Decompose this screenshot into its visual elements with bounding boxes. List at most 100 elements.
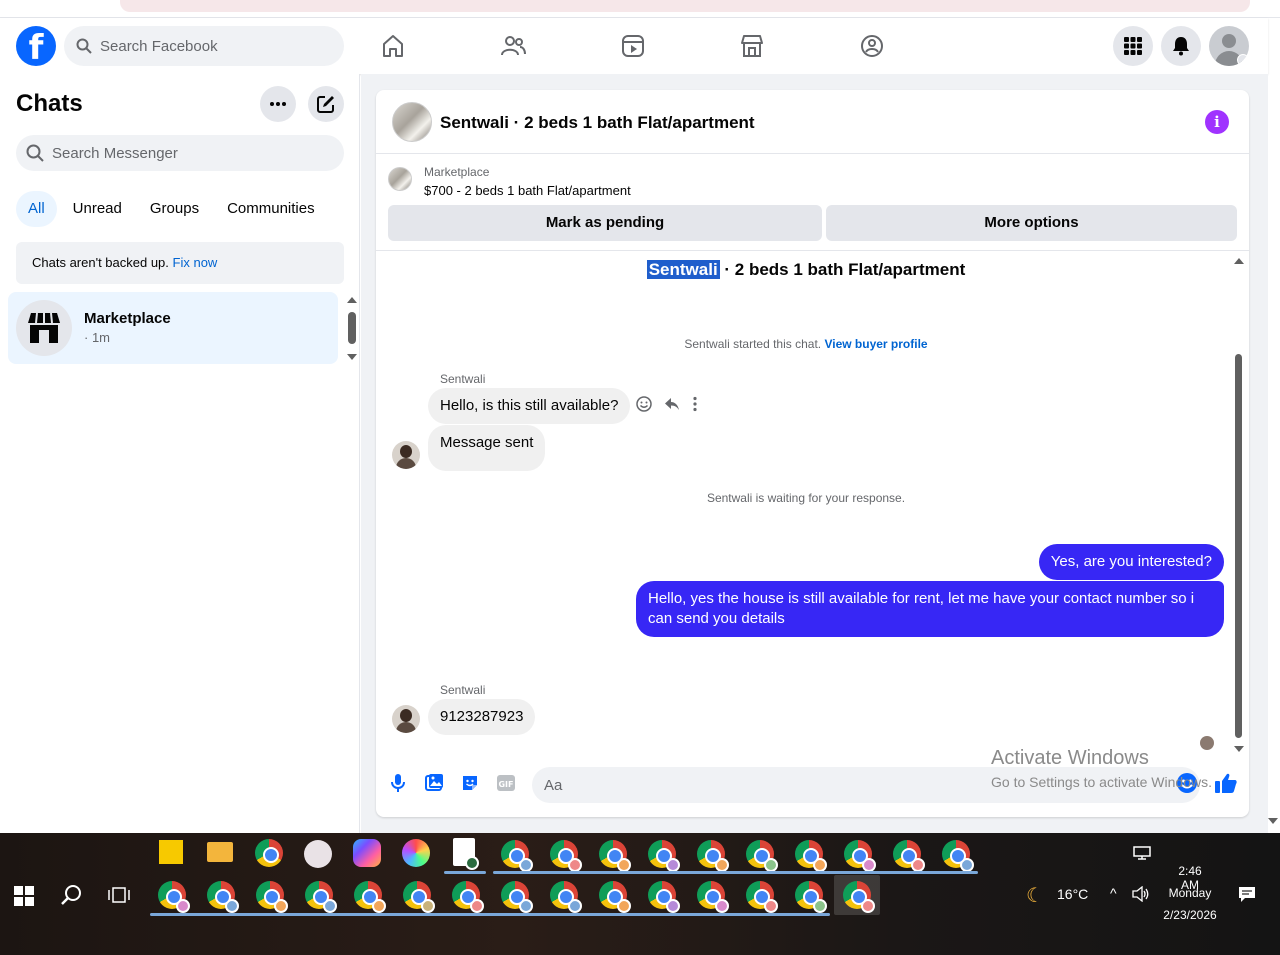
- new-message-icon[interactable]: [308, 86, 344, 122]
- scroll-up-arrow-icon[interactable]: [1234, 258, 1244, 264]
- chrome-profile-icon[interactable]: [746, 881, 778, 913]
- chrome-profile-icon[interactable]: [452, 881, 484, 913]
- chrome-profile-icon[interactable]: [697, 881, 729, 913]
- chrome-profile-icon[interactable]: [501, 881, 533, 913]
- address-bar[interactable]: [120, 0, 1250, 12]
- weather-temperature[interactable]: 16°C: [1057, 886, 1088, 902]
- filter-all[interactable]: All: [16, 191, 57, 227]
- sticky-notes-icon[interactable]: [159, 840, 183, 864]
- incoming-message[interactable]: 9123287923: [428, 699, 536, 735]
- scroll-up-arrow-icon[interactable]: [347, 297, 357, 303]
- chrome-profile-icon-active[interactable]: [843, 881, 875, 913]
- react-emoji-icon[interactable]: [636, 396, 652, 412]
- chrome-profile-icon[interactable]: [354, 881, 386, 913]
- taskbar-search-icon[interactable]: [60, 883, 84, 907]
- messenger-search-input[interactable]: [52, 135, 332, 171]
- friends-icon[interactable]: [493, 28, 533, 64]
- more-options-icon[interactable]: [260, 86, 296, 122]
- chrome-profile-icon[interactable]: [403, 881, 435, 913]
- chrome-profile-icon[interactable]: [550, 881, 582, 913]
- listing-price[interactable]: $700 - 2 beds 1 bath Flat/apartment: [424, 183, 631, 198]
- facebook-logo-icon[interactable]: f: [16, 26, 56, 66]
- photos-app-icon[interactable]: [402, 839, 430, 867]
- chrome-profile-icon[interactable]: [942, 840, 974, 872]
- groups-icon[interactable]: [852, 28, 892, 64]
- scrollbar-thumb[interactable]: [1235, 354, 1242, 738]
- notification-center-icon[interactable]: [1238, 885, 1256, 903]
- clock-date[interactable]: 2/23/2026: [1160, 908, 1220, 922]
- more-vertical-icon[interactable]: [692, 396, 698, 412]
- fix-now-link[interactable]: Fix now: [173, 255, 218, 270]
- chrome-profile-icon[interactable]: [599, 840, 631, 872]
- info-icon[interactable]: i: [1205, 110, 1229, 134]
- scroll-down-arrow-icon[interactable]: [1234, 746, 1244, 752]
- running-indicator: [493, 871, 978, 874]
- home-icon[interactable]: [373, 28, 413, 64]
- scroll-down-arrow-icon[interactable]: [347, 354, 357, 360]
- incoming-message[interactable]: Hello, is this still available?: [428, 388, 631, 424]
- chrome-profile-icon[interactable]: [697, 840, 729, 872]
- snipping-tool-icon[interactable]: [304, 840, 332, 868]
- chevron-down-icon: [1237, 54, 1249, 66]
- sender-avatar[interactable]: [392, 705, 420, 733]
- chrome-profile-icon[interactable]: [648, 840, 680, 872]
- listing-thumbnail[interactable]: [392, 102, 432, 142]
- chrome-profile-icon[interactable]: [795, 840, 827, 872]
- task-view-icon[interactable]: [108, 885, 130, 905]
- facebook-search[interactable]: [64, 26, 344, 66]
- filter-communities[interactable]: Communities: [215, 191, 327, 227]
- sidebar-scrollbar[interactable]: [344, 294, 360, 360]
- reply-icon[interactable]: [664, 396, 680, 412]
- page-scroll-down-arrow-icon[interactable]: [1268, 818, 1278, 824]
- marketplace-icon[interactable]: [732, 28, 772, 64]
- network-icon[interactable]: [1133, 846, 1151, 860]
- profile-avatar[interactable]: [1209, 26, 1249, 66]
- chrome-profile-icon[interactable]: [305, 881, 337, 913]
- outgoing-message[interactable]: Yes, are you interested?: [1038, 544, 1224, 580]
- chrome-profile-icon[interactable]: [207, 881, 239, 913]
- notifications-bell-icon[interactable]: [1161, 26, 1201, 66]
- chrome-profile-icon[interactable]: [893, 840, 925, 872]
- chrome-profile-icon[interactable]: [550, 840, 582, 872]
- chrome-profile-icon[interactable]: [501, 840, 533, 872]
- like-thumb-icon[interactable]: [1212, 769, 1240, 797]
- listing-small-thumbnail[interactable]: [388, 167, 412, 191]
- chrome-profile-icon[interactable]: [599, 881, 631, 913]
- gif-icon[interactable]: GIF: [492, 769, 520, 797]
- outgoing-message[interactable]: Hello, yes the house is still available …: [636, 581, 1224, 637]
- chrome-profile-icon[interactable]: [256, 881, 288, 913]
- moon-weather-icon[interactable]: ☾: [1026, 883, 1044, 908]
- chevron-up-icon[interactable]: ^: [1110, 885, 1117, 901]
- watermark-line1: Activate Windows: [991, 747, 1149, 769]
- incoming-message[interactable]: Message sent: [428, 425, 546, 471]
- chat-list-item[interactable]: Marketplace · 1m: [8, 292, 338, 364]
- windows-start-icon[interactable]: [14, 886, 34, 906]
- clock-day[interactable]: Monday: [1164, 886, 1216, 900]
- sender-avatar[interactable]: [392, 441, 420, 469]
- filter-unread[interactable]: Unread: [61, 191, 134, 227]
- mark-as-pending-button[interactable]: Mark as pending: [388, 205, 822, 241]
- chrome-profile-icon[interactable]: [648, 881, 680, 913]
- thread-scrollbar[interactable]: [1233, 256, 1245, 752]
- chrome-profile-icon[interactable]: [795, 881, 827, 913]
- photo-icon[interactable]: [420, 769, 448, 797]
- chrome-profile-icon[interactable]: [746, 840, 778, 872]
- conversation-title[interactable]: Sentwali · 2 beds 1 bath Flat/apartment: [440, 113, 755, 133]
- view-buyer-profile-link[interactable]: View buyer profile: [824, 337, 927, 351]
- more-options-button[interactable]: More options: [826, 205, 1237, 241]
- sticker-icon[interactable]: [456, 769, 484, 797]
- chrome-profile-icon[interactable]: [844, 840, 876, 872]
- facebook-search-input[interactable]: [100, 26, 330, 66]
- messenger-search[interactable]: [16, 135, 344, 171]
- chrome-profile-icon[interactable]: [158, 881, 190, 913]
- filter-groups[interactable]: Groups: [138, 191, 211, 227]
- file-explorer-icon[interactable]: [207, 842, 233, 862]
- scrollbar-thumb[interactable]: [348, 312, 356, 344]
- document-app-icon[interactable]: [453, 838, 479, 870]
- microphone-icon[interactable]: [384, 769, 412, 797]
- menu-grid-icon[interactable]: [1113, 26, 1153, 66]
- volume-icon[interactable]: [1132, 886, 1150, 902]
- copilot-icon[interactable]: [353, 839, 381, 867]
- video-icon[interactable]: [613, 28, 653, 64]
- chrome-icon[interactable]: [255, 839, 283, 867]
